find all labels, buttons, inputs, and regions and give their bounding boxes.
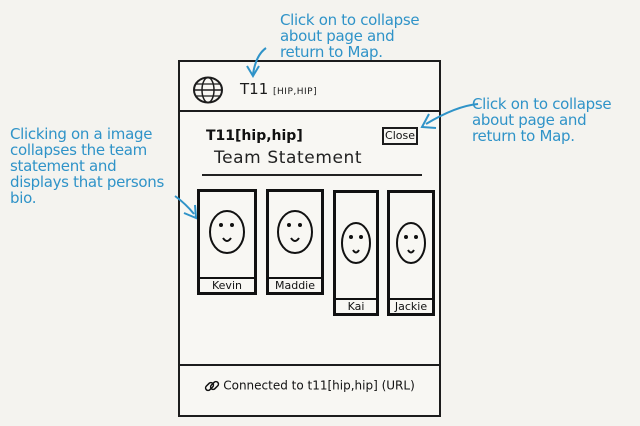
arrow-left [174, 195, 195, 215]
annotation-arrows [174, 47, 479, 220]
arrow-right-head [420, 113, 437, 129]
arrow-top [252, 47, 267, 75]
arrow-right [425, 103, 479, 125]
arrow-left-head [183, 204, 198, 220]
